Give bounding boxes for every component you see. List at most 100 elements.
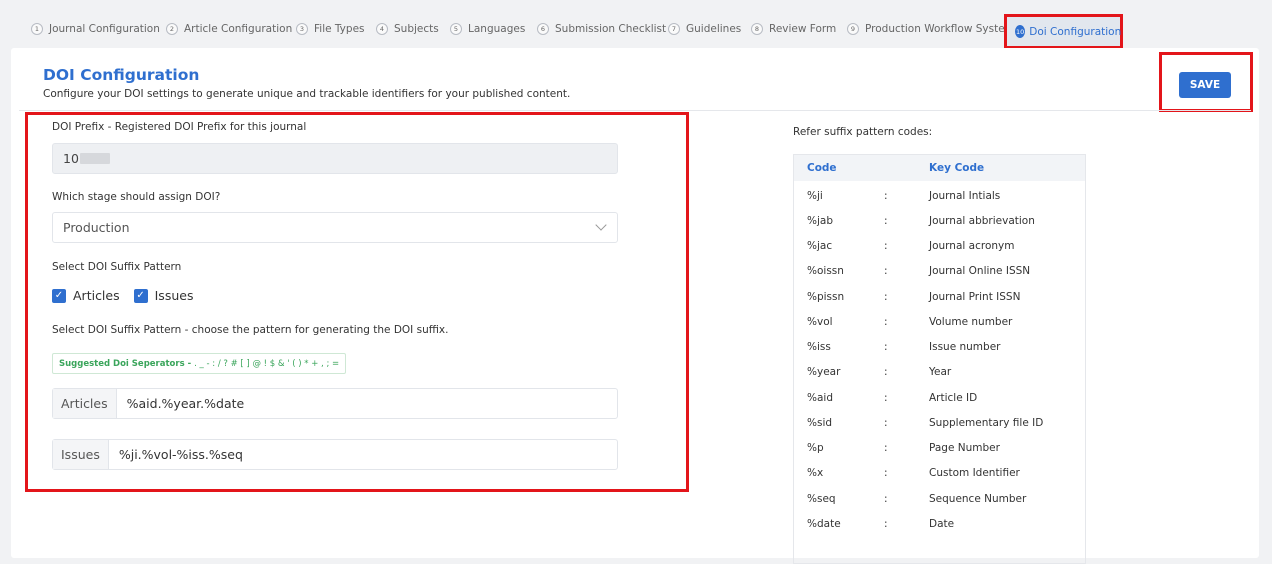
code-cell: %jac [807, 240, 833, 252]
desc-cell: Issue number [929, 341, 1001, 353]
colon-cell: : [884, 467, 888, 479]
code-cell: %x [807, 467, 824, 479]
tab-label: Guidelines [686, 23, 742, 35]
colon-cell: : [884, 265, 888, 277]
desc-cell: Journal Online ISSN [929, 265, 1031, 277]
code-cell: %seq [807, 493, 836, 505]
table-row: %iss: Issue number [794, 334, 1085, 359]
doi-prefix-field: 10 [52, 143, 618, 174]
table-row: %date: Date [794, 511, 1085, 536]
desc-cell: Custom Identifier [929, 467, 1020, 479]
colon-cell: : [884, 366, 888, 378]
desc-cell: Supplementary file ID [929, 417, 1044, 429]
tab-journal-configuration[interactable]: 1 Journal Configuration [31, 23, 160, 35]
tab-guidelines[interactable]: 7 Guidelines [668, 23, 741, 35]
step-number: 6 [537, 23, 549, 35]
tab-label: Review Form [769, 23, 837, 35]
desc-cell: Sequence Number [929, 493, 1027, 505]
tab-label: Journal Configuration [49, 23, 160, 35]
articles-checkbox[interactable]: ✓ [52, 288, 66, 303]
doi-configuration-panel: DOI Configuration Configure your DOI set… [11, 48, 1259, 564]
stage-select[interactable]: Production [52, 212, 618, 243]
table-row: %aid: Article ID [794, 385, 1085, 410]
reference-title: Refer suffix pattern codes: [793, 126, 933, 138]
colon-cell: : [884, 392, 888, 404]
stage-select-value: Production [63, 220, 130, 235]
tab-languages[interactable]: 5 Languages [450, 23, 525, 35]
table-row: %sid: Supplementary file ID [794, 410, 1085, 435]
redacted-prefix [79, 153, 110, 164]
table-row: %p: Page Number [794, 435, 1085, 460]
tab-doi-configuration[interactable]: 10 Doi Configuration [1004, 14, 1123, 49]
step-number: 10 [1015, 25, 1026, 38]
code-cell: %sid [807, 417, 833, 429]
tab-article-configuration[interactable]: 2 Article Configuration [166, 23, 292, 35]
suggested-separators-badge: Suggested Doi Seperators - . _ - : / ? #… [52, 353, 347, 374]
issues-pattern-input[interactable]: Issues %ji.%vol-%iss.%seq [52, 439, 618, 470]
separators-title: Suggested Doi Seperators - [59, 358, 192, 369]
desc-cell: Year [929, 366, 952, 378]
table-row: %jab: Journal abbrievation [794, 208, 1085, 233]
tab-label: Article Configuration [184, 23, 293, 35]
issues-checkbox[interactable]: ✓ [133, 288, 148, 303]
tab-label: File Types [314, 23, 365, 35]
tab-label: Subjects [394, 23, 439, 35]
step-number: 3 [296, 23, 308, 35]
code-cell: %jab [807, 215, 833, 227]
step-number: 7 [668, 23, 680, 35]
tab-bar: 1 Journal Configuration 2 Article Configur… [0, 0, 1272, 49]
tab-submission-checklist[interactable]: 6 Submission Checklist [537, 23, 666, 35]
doi-prefix-label: DOI Prefix - Registered DOI Prefix for t… [52, 121, 307, 133]
table-header: Code Key Code [794, 155, 1085, 181]
articles-pattern-input[interactable]: Articles %aid.%year.%date [52, 388, 618, 419]
code-cell: %iss [807, 341, 831, 353]
code-cell: %ji [807, 190, 823, 202]
colon-cell: : [884, 291, 888, 303]
page-title: DOI Configuration [43, 66, 200, 84]
step-number: 5 [450, 23, 462, 35]
colon-cell: : [884, 417, 888, 429]
page-subtitle: Configure your DOI settings to generate … [43, 88, 571, 100]
code-cell: %vol [807, 316, 833, 328]
tab-label: Submission Checklist [555, 23, 667, 35]
suffix-codes-table: Code Key Code %ji: Journal Intials %jab: J… [793, 154, 1086, 564]
desc-cell: Article ID [929, 392, 978, 404]
desc-cell: Journal Print ISSN [929, 291, 1021, 303]
table-row: %year: Year [794, 359, 1085, 384]
tab-label: Languages [468, 23, 526, 35]
code-cell: %year [807, 366, 841, 378]
colon-cell: : [884, 493, 888, 505]
tab-production-workflow-system[interactable]: 9 Production Workflow System [847, 23, 1015, 35]
tab-subjects[interactable]: 4 Subjects [376, 23, 439, 35]
desc-cell: Volume number [929, 316, 1013, 328]
code-cell: %pissn [807, 291, 845, 303]
code-cell: %date [807, 518, 841, 530]
colon-cell: : [884, 215, 888, 227]
table-row: %vol: Volume number [794, 309, 1085, 334]
colon-cell: : [884, 518, 888, 530]
stage-label: Which stage should assign DOI? [52, 191, 221, 203]
table-row: %jac: Journal acronym [794, 233, 1085, 258]
colon-cell: : [884, 442, 888, 454]
code-cell: %aid [807, 392, 833, 404]
column-header-code: Code [807, 162, 837, 174]
column-header-key-code: Key Code [929, 162, 985, 174]
suffix-pattern-label: Select DOI Suffix Pattern [52, 261, 182, 273]
desc-cell: Page Number [929, 442, 1000, 454]
suffix-checkboxes: ✓ Articles ✓ Issues [52, 288, 207, 303]
table-row: %seq: Sequence Number [794, 486, 1085, 511]
issues-addon: Issues [53, 440, 109, 469]
desc-cell: Date [929, 518, 955, 530]
articles-checkbox-label: Articles [73, 288, 120, 303]
colon-cell: : [884, 190, 888, 202]
tab-review-form[interactable]: 8 Review Form [751, 23, 836, 35]
colon-cell: : [884, 341, 888, 353]
table-row: %x: Custom Identifier [794, 460, 1085, 485]
desc-cell: Journal acronym [929, 240, 1015, 252]
step-number: 4 [376, 23, 388, 35]
table-row: %ji: Journal Intials [794, 183, 1085, 208]
save-button[interactable]: SAVE [1179, 72, 1231, 98]
code-cell: %oissn [807, 265, 844, 277]
colon-cell: : [884, 240, 888, 252]
tab-file-types[interactable]: 3 File Types [296, 23, 365, 35]
